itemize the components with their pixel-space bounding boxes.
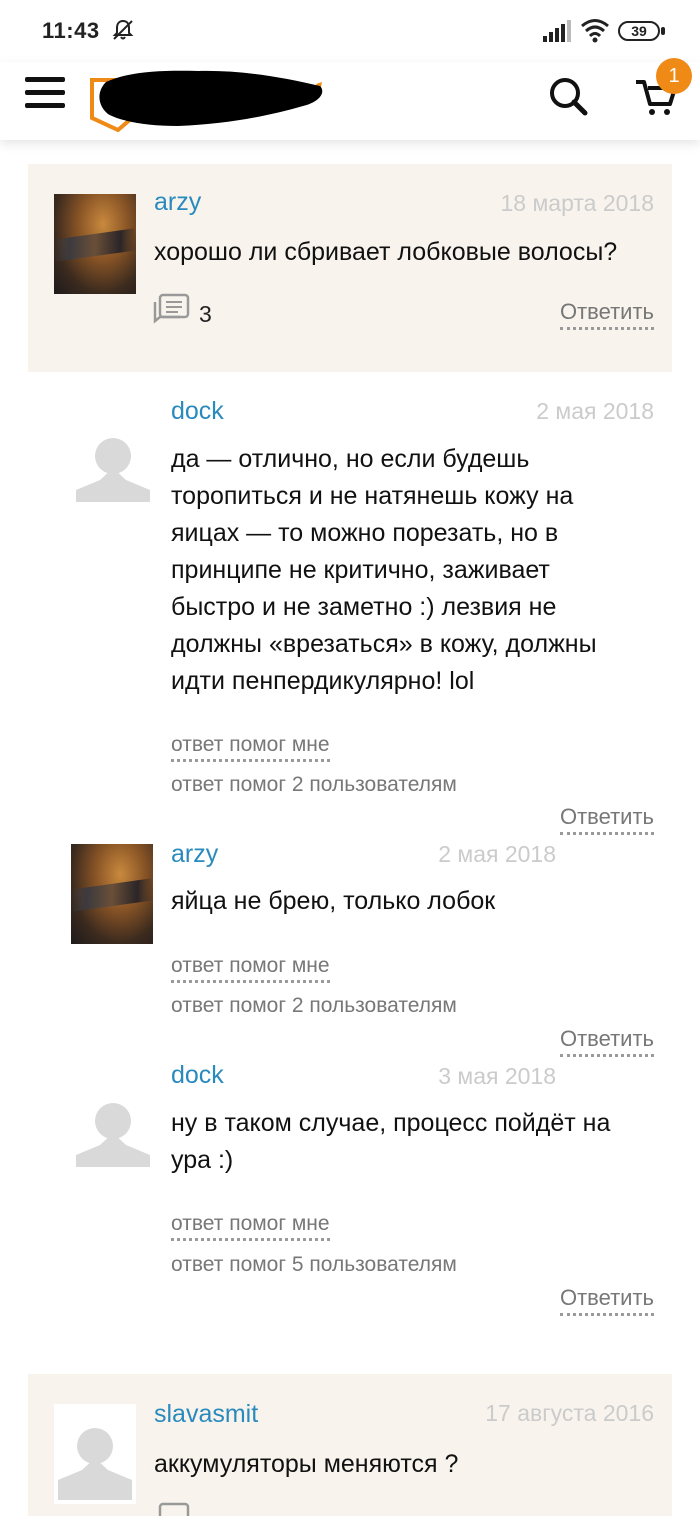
default-avatar-icon[interactable] [72,422,154,522]
question-card: slavasmit 17 августа 2016 аккумуляторы м… [28,1374,672,1516]
search-icon[interactable] [548,76,588,116]
comment-author[interactable]: dock [171,397,224,426]
comments-list: arzy 18 марта 2018 хорошо ли сбривает ло… [0,140,700,1516]
comment-date: 2 мая 2018 [536,398,654,424]
menu-icon[interactable] [25,77,65,113]
avatar[interactable] [54,194,136,294]
helped-button[interactable]: ответ помог мне [171,952,330,983]
bell-muted-icon [112,19,134,40]
default-avatar-icon[interactable] [72,1087,154,1187]
wifi-icon [581,19,609,43]
comment-date: 3 мая 2018 [438,1063,556,1089]
replies-count[interactable]: 3 [199,301,212,328]
comments-icon[interactable] [152,1502,190,1516]
comment-text: аккумуляторы меняются ? [154,1450,459,1478]
status-time: 11:43 [42,18,100,43]
comment-author[interactable]: arzy [171,840,218,869]
default-avatar-icon[interactable] [54,1404,136,1504]
comment-text: да — отлично, но если будешь торопиться … [171,445,597,695]
helped-count: ответ помог 2 пользователям [171,994,457,1017]
comment-author[interactable]: dock [171,1061,224,1090]
comments-icon[interactable] [152,293,190,329]
battery-icon: 39 [618,21,665,41]
comment-author[interactable]: arzy [154,188,201,217]
helped-button[interactable]: ответ помог мне [171,1210,330,1241]
helped-count: ответ помог 2 пользователям [171,773,457,796]
app-header [0,62,700,140]
helped-button[interactable]: ответ помог мне [171,731,330,762]
reply-button[interactable]: Ответить [559,297,654,330]
comment-text: ну в таком случае, процесс пойдёт на ура… [171,1109,611,1174]
comment-author[interactable]: slavasmit [154,1400,258,1429]
comment-date: 2 мая 2018 [438,841,556,867]
reply-button[interactable]: Ответить [559,1283,654,1316]
logo-redacted[interactable] [88,68,324,132]
helped-count: ответ помог 5 пользователям [171,1253,457,1276]
reply-button[interactable]: Ответить [559,1024,654,1057]
comment-text: хорошо ли сбривает лобковые волосы? [154,238,618,266]
comment-date: 18 марта 2018 [500,190,655,216]
question-card: arzy 18 марта 2018 хорошо ли сбривает ло… [28,164,672,372]
comment-text: яйца не брею, только лобок [171,887,496,915]
signal-icon [543,20,571,42]
status-bar: 11:43 39 [0,0,700,62]
cart-badge[interactable]: 1 [656,58,692,94]
comment-date: 17 августа 2016 [485,1400,654,1426]
avatar[interactable] [71,844,153,944]
reply-button[interactable]: Ответить [559,802,654,835]
